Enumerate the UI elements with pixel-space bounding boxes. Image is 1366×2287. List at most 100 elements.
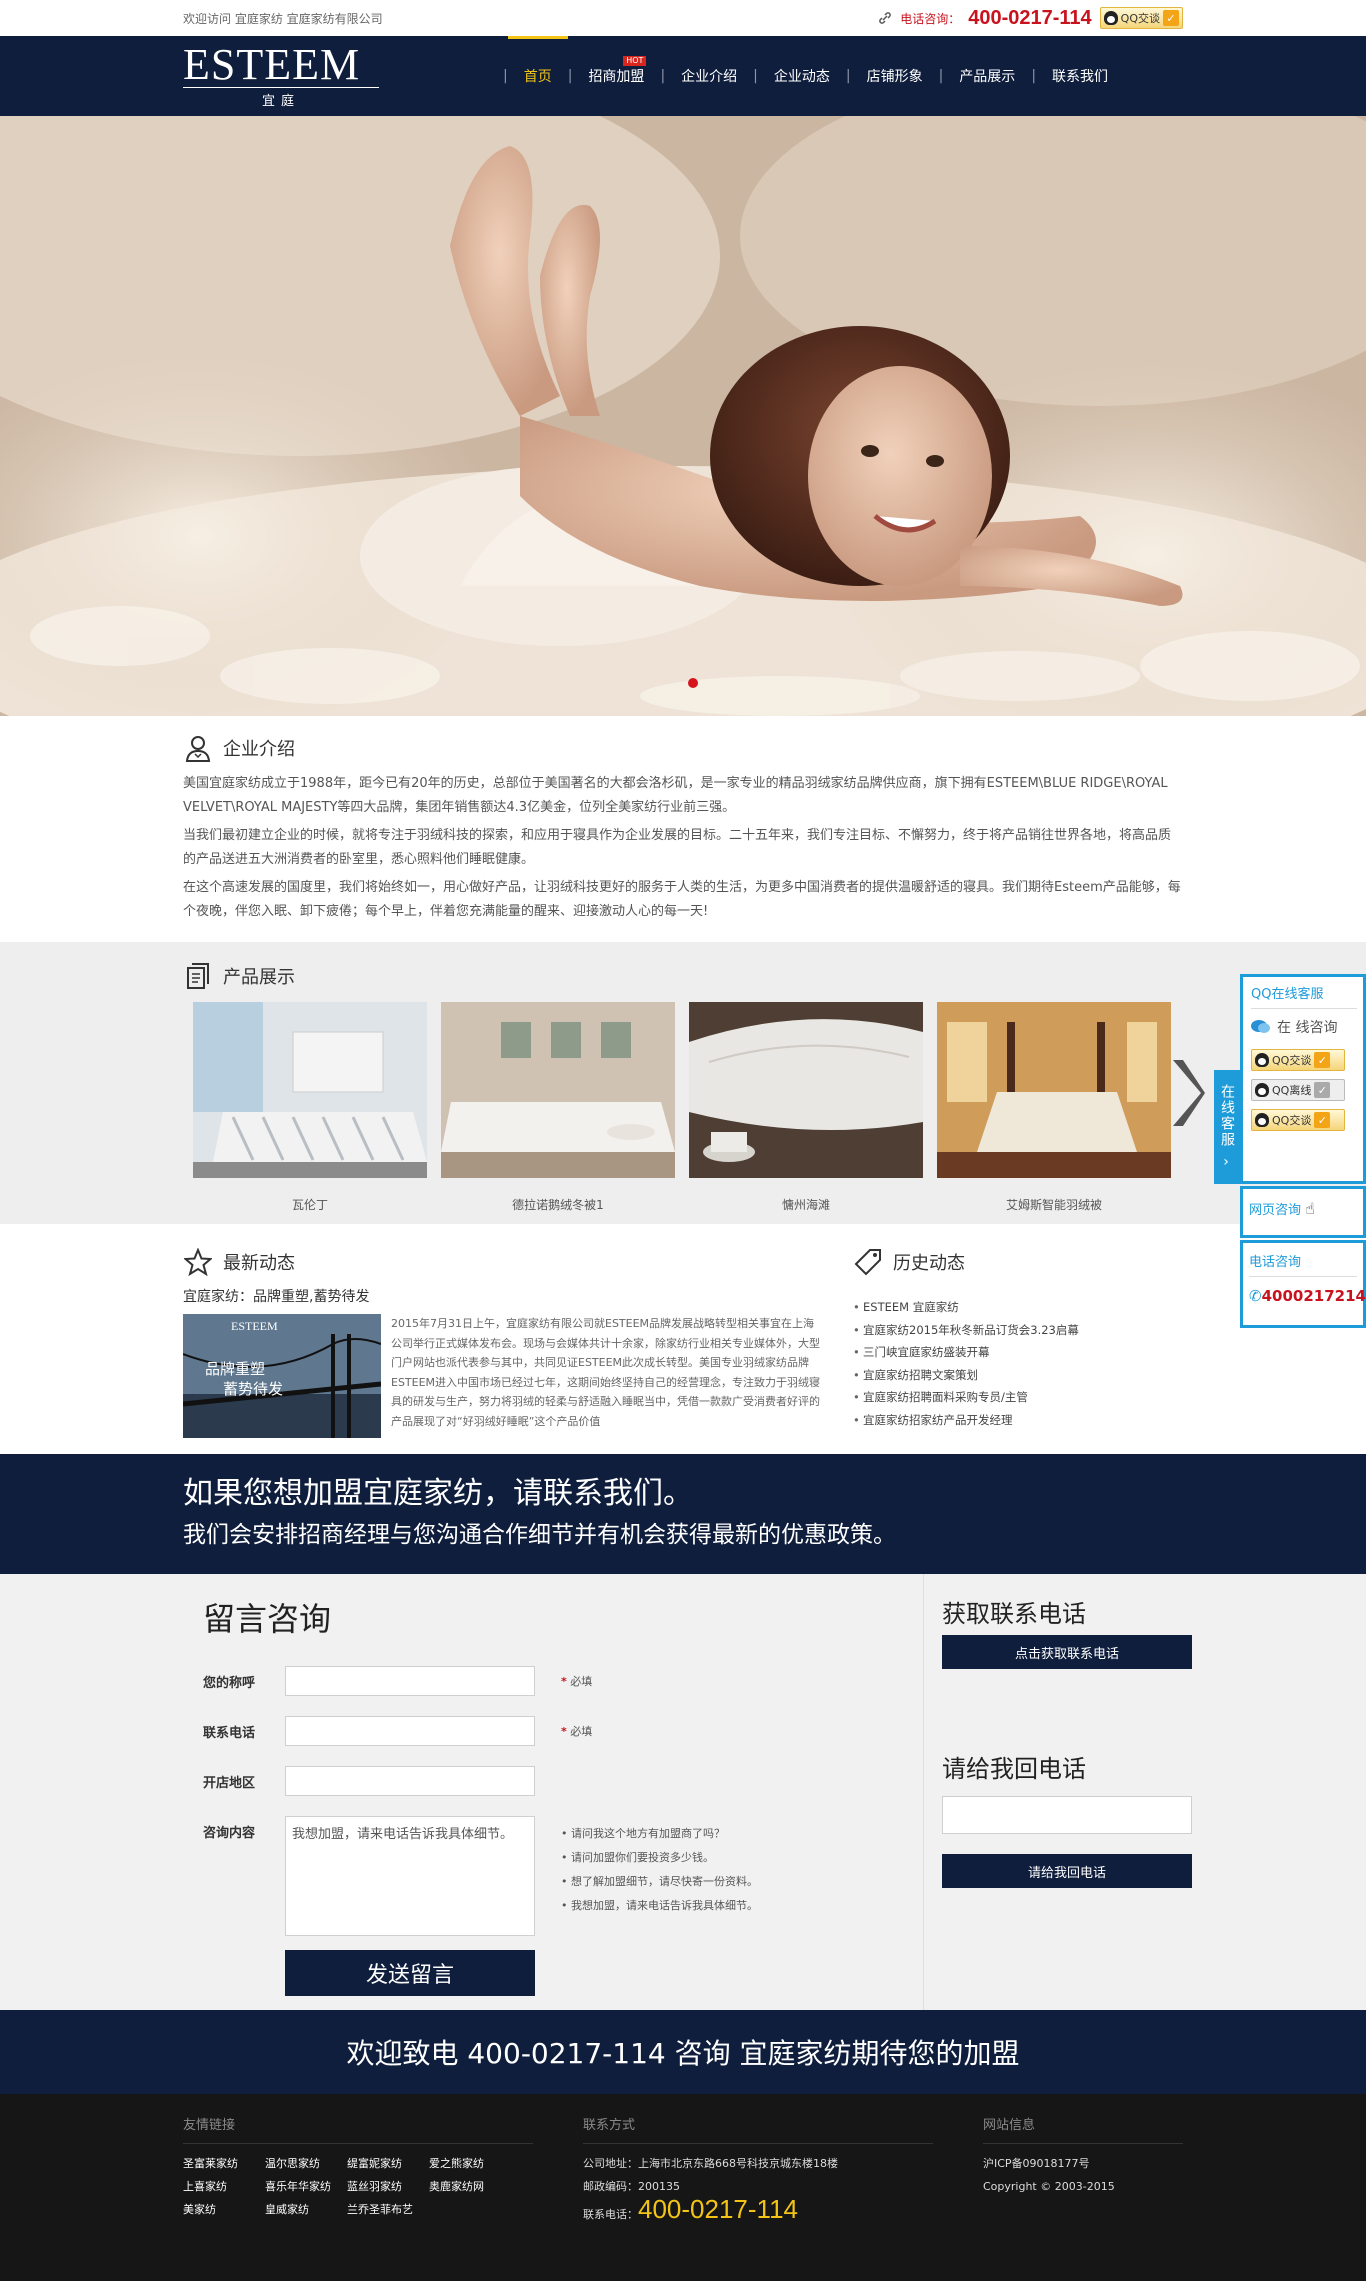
- required-note: * 必填: [561, 1675, 593, 1688]
- web-consult[interactable]: 网页咨询 ☝: [1240, 1186, 1366, 1238]
- get-phone-title: 获取联系电话: [942, 1600, 1086, 1628]
- product-card[interactable]: 慵州海滩: [689, 1002, 923, 1213]
- product-name: 慵州海滩: [781, 1198, 830, 1212]
- friend-link[interactable]: 皇威家纺: [265, 2198, 347, 2221]
- document-icon: [183, 961, 213, 991]
- region-input[interactable]: [285, 1766, 535, 1796]
- join-banner: 如果您想加盟宜庭家纺，请联系我们。 我们会安排招商经理与您沟通合作细节并有机会获…: [0, 1454, 1366, 1574]
- contact-title: 联系方式: [583, 2114, 933, 2144]
- online-service-tab[interactable]: 在线客服 ›: [1214, 1070, 1240, 1184]
- logo[interactable]: ESTEEM 宜庭: [183, 36, 463, 116]
- welcome-text: 欢迎访问 宜庭家纺 宜庭家纺有限公司: [183, 11, 383, 26]
- get-phone-button[interactable]: 点击获取联系电话: [942, 1635, 1192, 1669]
- thumb-text-1: 品牌重塑: [205, 1360, 265, 1378]
- hint-item[interactable]: • 请问加盟你们要投资多少钱。: [561, 1846, 758, 1870]
- history-item[interactable]: 宜庭家纺招聘面料采购专员/主管: [853, 1386, 1183, 1409]
- news-thumbnail[interactable]: ESTEEM 品牌重塑 蓄势待发: [183, 1314, 381, 1438]
- nav-item-franchise[interactable]: 招商加盟 HOT: [572, 36, 660, 116]
- product-list: 瓦伦丁 德拉诺鹅绒冬被1 慵州海滩 艾姆斯智能羽绒被: [193, 1002, 1205, 1213]
- news-headline[interactable]: 宜庭家纺：品牌重塑,蓄势待发: [183, 1286, 843, 1306]
- banner-line-2: 我们会安排招商经理与您沟通合作细节并有机会获得最新的优惠政策。: [183, 1522, 896, 1548]
- hint-list: • 请问我这个地方有加盟商了吗？ • 请问加盟你们要投资多少钱。 • 想了解加盟…: [561, 1822, 758, 1936]
- top-bar: 欢迎访问 宜庭家纺 宜庭家纺有限公司 电话咨询： 400-0217-114 QQ…: [0, 0, 1366, 36]
- qq-chat-button[interactable]: QQ交谈 ✓: [1251, 1049, 1345, 1071]
- product-card[interactable]: 瓦伦丁: [193, 1002, 427, 1213]
- product-image: [193, 1002, 427, 1178]
- thumb-text-2: 蓄势待发: [223, 1380, 283, 1398]
- friend-link[interactable]: 美家纺: [183, 2198, 265, 2221]
- product-card[interactable]: 艾姆斯智能羽绒被: [937, 1002, 1171, 1213]
- callback-phone-input[interactable]: [942, 1796, 1192, 1834]
- qq-chat-button[interactable]: QQ交谈 ✓: [1099, 7, 1183, 29]
- history-item[interactable]: 宜庭家纺招聘文案策划: [853, 1364, 1183, 1387]
- link-icon: [879, 12, 892, 24]
- contact-section: 留言咨询 您的称呼 * 必填 联系电话 * 必填 开店地区 咨询内容 我想加盟，…: [0, 1574, 1366, 2010]
- friend-link[interactable]: 圣富莱家纺: [183, 2152, 265, 2175]
- nav-item-stores[interactable]: 店铺形象: [851, 36, 939, 116]
- callback-button[interactable]: 请给我回电话: [942, 1854, 1192, 1888]
- nav-item-home[interactable]: 首页: [507, 36, 568, 116]
- hot-badge: HOT: [623, 56, 647, 66]
- hint-item[interactable]: • 想了解加盟细节，请尽快寄一份资料。: [561, 1870, 758, 1894]
- intro-title: 企业介绍: [183, 728, 1183, 768]
- news-section: 最新动态 宜庭家纺：品牌重塑,蓄势待发 ESTEEM 品牌重塑 蓄势待发 201…: [183, 1224, 1183, 1454]
- hint-item[interactable]: • 请问我这个地方有加盟商了吗？: [561, 1822, 758, 1846]
- hint-item[interactable]: • 我想加盟，请来电话告诉我具体细节。: [561, 1894, 758, 1918]
- hero-image: [0, 116, 1366, 716]
- friend-link[interactable]: 奥鹿家纺网: [429, 2175, 511, 2198]
- name-input[interactable]: [285, 1666, 535, 1696]
- links-title: 友情链接: [183, 2114, 533, 2144]
- check-icon: ✓: [1314, 1112, 1331, 1128]
- message-form: 留言咨询 您的称呼 * 必填 联系电话 * 必填 开店地区 咨询内容 我想加盟，…: [183, 1574, 923, 2010]
- content-label: 咨询内容: [203, 1826, 256, 1841]
- online-consult[interactable]: 在 线咨询: [1251, 1009, 1363, 1045]
- footer-phone: 联系电话：400-0217-114: [583, 2194, 798, 2224]
- next-arrow-icon[interactable]: [1169, 1058, 1205, 1128]
- phone-input[interactable]: [285, 1716, 535, 1746]
- history-item[interactable]: 宜庭家纺招家纺产品开发经理: [853, 1409, 1183, 1432]
- phone-label: 联系电话: [203, 1725, 256, 1741]
- hero-banner[interactable]: [0, 116, 1366, 716]
- logo-sub: 宜庭: [183, 87, 379, 109]
- qq-icon: [1255, 1083, 1269, 1097]
- icp-number[interactable]: 沪ICP备09018177号: [983, 2152, 1183, 2175]
- slider-dot[interactable]: [688, 678, 698, 688]
- footer: 友情链接 圣富莱家纺 温尔思家纺 缇富妮家纺 爱之熊家纺 上喜家纺 喜乐年华家纺…: [0, 2094, 1366, 2281]
- qq-chat-button[interactable]: QQ交谈 ✓: [1251, 1109, 1345, 1131]
- friend-link[interactable]: 兰乔圣菲布艺: [347, 2198, 429, 2221]
- person-icon: [183, 733, 213, 763]
- submit-message-button[interactable]: 发送留言: [285, 1950, 535, 1996]
- friend-link[interactable]: 上喜家纺: [183, 2175, 265, 2198]
- history-item[interactable]: 三门峡宜庭家纺盛装开幕: [853, 1341, 1183, 1364]
- product-card[interactable]: 德拉诺鹅绒冬被1: [441, 1002, 675, 1213]
- site-info-title: 网站信息: [983, 2114, 1183, 2144]
- check-icon: ✓: [1163, 10, 1179, 26]
- message-textarea[interactable]: 我想加盟，请来电话告诉我具体细节。: [285, 1816, 535, 1936]
- friend-link[interactable]: 温尔思家纺: [265, 2152, 347, 2175]
- products-section: 产品展示 瓦伦丁 德拉诺鹅绒冬被1 慵州海滩 艾姆斯智能羽绒被: [0, 942, 1366, 1224]
- history-item[interactable]: 宜庭家纺2015年秋冬新品订货会3.23启幕: [853, 1319, 1183, 1342]
- friend-links: 圣富莱家纺 温尔思家纺 缇富妮家纺 爱之熊家纺 上喜家纺 喜乐年华家纺 蓝丝羽家…: [183, 2152, 513, 2221]
- nav-menu: | 首页 | 招商加盟 HOT | 企业介绍 | 企业动态 | 店铺形象 | 产品…: [503, 36, 1124, 116]
- nav-item-products[interactable]: 产品展示: [943, 36, 1031, 116]
- history-item[interactable]: ESTEEM 宜庭家纺: [853, 1296, 1183, 1319]
- intro-paragraph-1: 美国宜庭家纺成立于1988年，距今已有20年的历史，总部位于美国著名的大都会洛杉…: [183, 776, 1168, 815]
- main-nav: ESTEEM 宜庭 | 首页 | 招商加盟 HOT | 企业介绍 | 企业动态 |…: [0, 36, 1366, 116]
- chat-bubble-icon: [1251, 1020, 1270, 1033]
- nav-item-news[interactable]: 企业动态: [758, 36, 846, 116]
- address: 公司地址：上海市北京东路668号科技京城东楼18楼: [583, 2157, 838, 2170]
- callback-title: 请给我回电话: [942, 1755, 1086, 1783]
- nav-item-contact[interactable]: 联系我们: [1036, 36, 1124, 116]
- chevron-right-icon: ›: [1223, 1154, 1231, 1170]
- friend-link[interactable]: 蓝丝羽家纺: [347, 2175, 429, 2198]
- qq-icon: [1255, 1053, 1269, 1067]
- hand-cursor-icon: ☝: [1305, 1199, 1315, 1218]
- nav-item-about[interactable]: 企业介绍: [665, 36, 753, 116]
- friend-link[interactable]: 爱之熊家纺: [429, 2152, 511, 2175]
- product-image: [689, 1002, 923, 1178]
- qq-offline-button[interactable]: QQ离线 ✓: [1251, 1079, 1345, 1101]
- friend-link[interactable]: 缇富妮家纺: [347, 2152, 429, 2175]
- phone-consult-number[interactable]: ✆4000217214: [1249, 1287, 1366, 1305]
- region-label: 开店地区: [203, 1775, 256, 1791]
- friend-link[interactable]: 喜乐年华家纺: [265, 2175, 347, 2198]
